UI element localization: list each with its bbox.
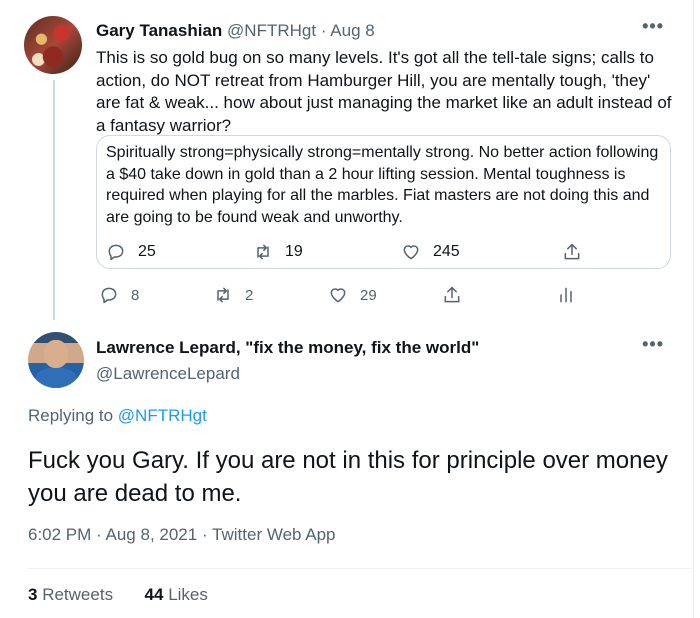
analytics-button[interactable]: [556, 285, 576, 305]
like-button[interactable]: 29: [328, 285, 377, 305]
retweets-label: Retweets: [42, 585, 114, 604]
analytics-icon: [560, 287, 572, 303]
retweets-count: 3: [28, 585, 38, 604]
retweet-count: 2: [245, 286, 254, 304]
more-icon[interactable]: •••: [642, 16, 664, 37]
quote-like-button[interactable]: 245: [401, 242, 460, 262]
author-name[interactable]: Gary Tanashian: [96, 21, 222, 40]
quote-text: Spiritually strong=physically strong=men…: [106, 144, 659, 226]
tweet-meta: 6:02 PM · Aug 8, 2021 · Twitter Web App: [28, 525, 336, 545]
replying-label: Replying to: [28, 406, 114, 425]
separator-dot: ·: [201, 525, 208, 544]
tweet-source[interactable]: Twitter Web App: [212, 525, 335, 544]
quote-reply-button[interactable]: 25: [106, 242, 156, 262]
retweet-button[interactable]: 2: [213, 285, 253, 305]
separator-dot: ·: [96, 525, 102, 544]
main-tweet-text: Fuck you Gary. If you are not in this fo…: [28, 447, 668, 507]
more-icon[interactable]: •••: [642, 334, 664, 355]
avatar-gary[interactable]: [24, 16, 82, 74]
quote-card[interactable]: Spiritually strong=physically strong=men…: [96, 135, 671, 269]
main-tweet-header: Lawrence Lepard, "fix the money, fix the…: [96, 338, 479, 384]
quote-reply-count: 25: [138, 243, 156, 260]
tweet-stats: 3 Retweets 44 Likes: [28, 585, 208, 605]
tweet-time[interactable]: 6:02 PM: [28, 525, 91, 544]
author-handle[interactable]: @NFTRHgt: [227, 21, 316, 40]
reply-icon: [101, 287, 117, 304]
retweet-icon: [217, 287, 229, 303]
main-author-name[interactable]: Lawrence Lepard, "fix the money, fix the…: [96, 338, 479, 358]
main-author-handle[interactable]: @LawrenceLepard: [96, 364, 479, 384]
reply-button[interactable]: 8: [99, 285, 139, 305]
retweets-stat[interactable]: 3 Retweets: [28, 585, 113, 604]
replying-to-link[interactable]: @NFTRHgt: [118, 406, 207, 425]
tweet-full-date[interactable]: Aug 8, 2021: [106, 525, 198, 544]
tweet-date[interactable]: Aug 8: [330, 21, 374, 40]
likes-count: 44: [144, 585, 164, 604]
likes-stat[interactable]: 44 Likes: [145, 585, 208, 604]
avatar-lawrence[interactable]: [28, 332, 84, 388]
share-icon: [564, 243, 580, 260]
divider: [28, 568, 694, 569]
like-icon: [403, 245, 419, 260]
reply-count: 8: [131, 286, 140, 304]
share-button[interactable]: [442, 285, 462, 305]
share-icon: [444, 286, 460, 303]
tweet-header: Gary Tanashian @NFTRHgt · Aug 8: [96, 21, 375, 41]
column-border: [693, 0, 694, 618]
quote-retweet-button[interactable]: 19: [253, 242, 303, 262]
likes-label: Likes: [168, 585, 208, 604]
separator-dot: ·: [320, 21, 327, 40]
tweet-text: This is so gold bug on so many levels. I…: [96, 48, 672, 135]
reply-icon: [108, 244, 124, 261]
thread-line: [53, 80, 55, 320]
like-count: 29: [360, 286, 377, 304]
retweet-icon: [257, 244, 269, 260]
quote-like-count: 245: [433, 243, 460, 260]
like-icon: [330, 288, 346, 303]
replying-to: Replying to @NFTRHgt: [28, 406, 207, 426]
quote-share-button[interactable]: [562, 242, 582, 262]
quote-retweet-count: 19: [285, 243, 303, 260]
